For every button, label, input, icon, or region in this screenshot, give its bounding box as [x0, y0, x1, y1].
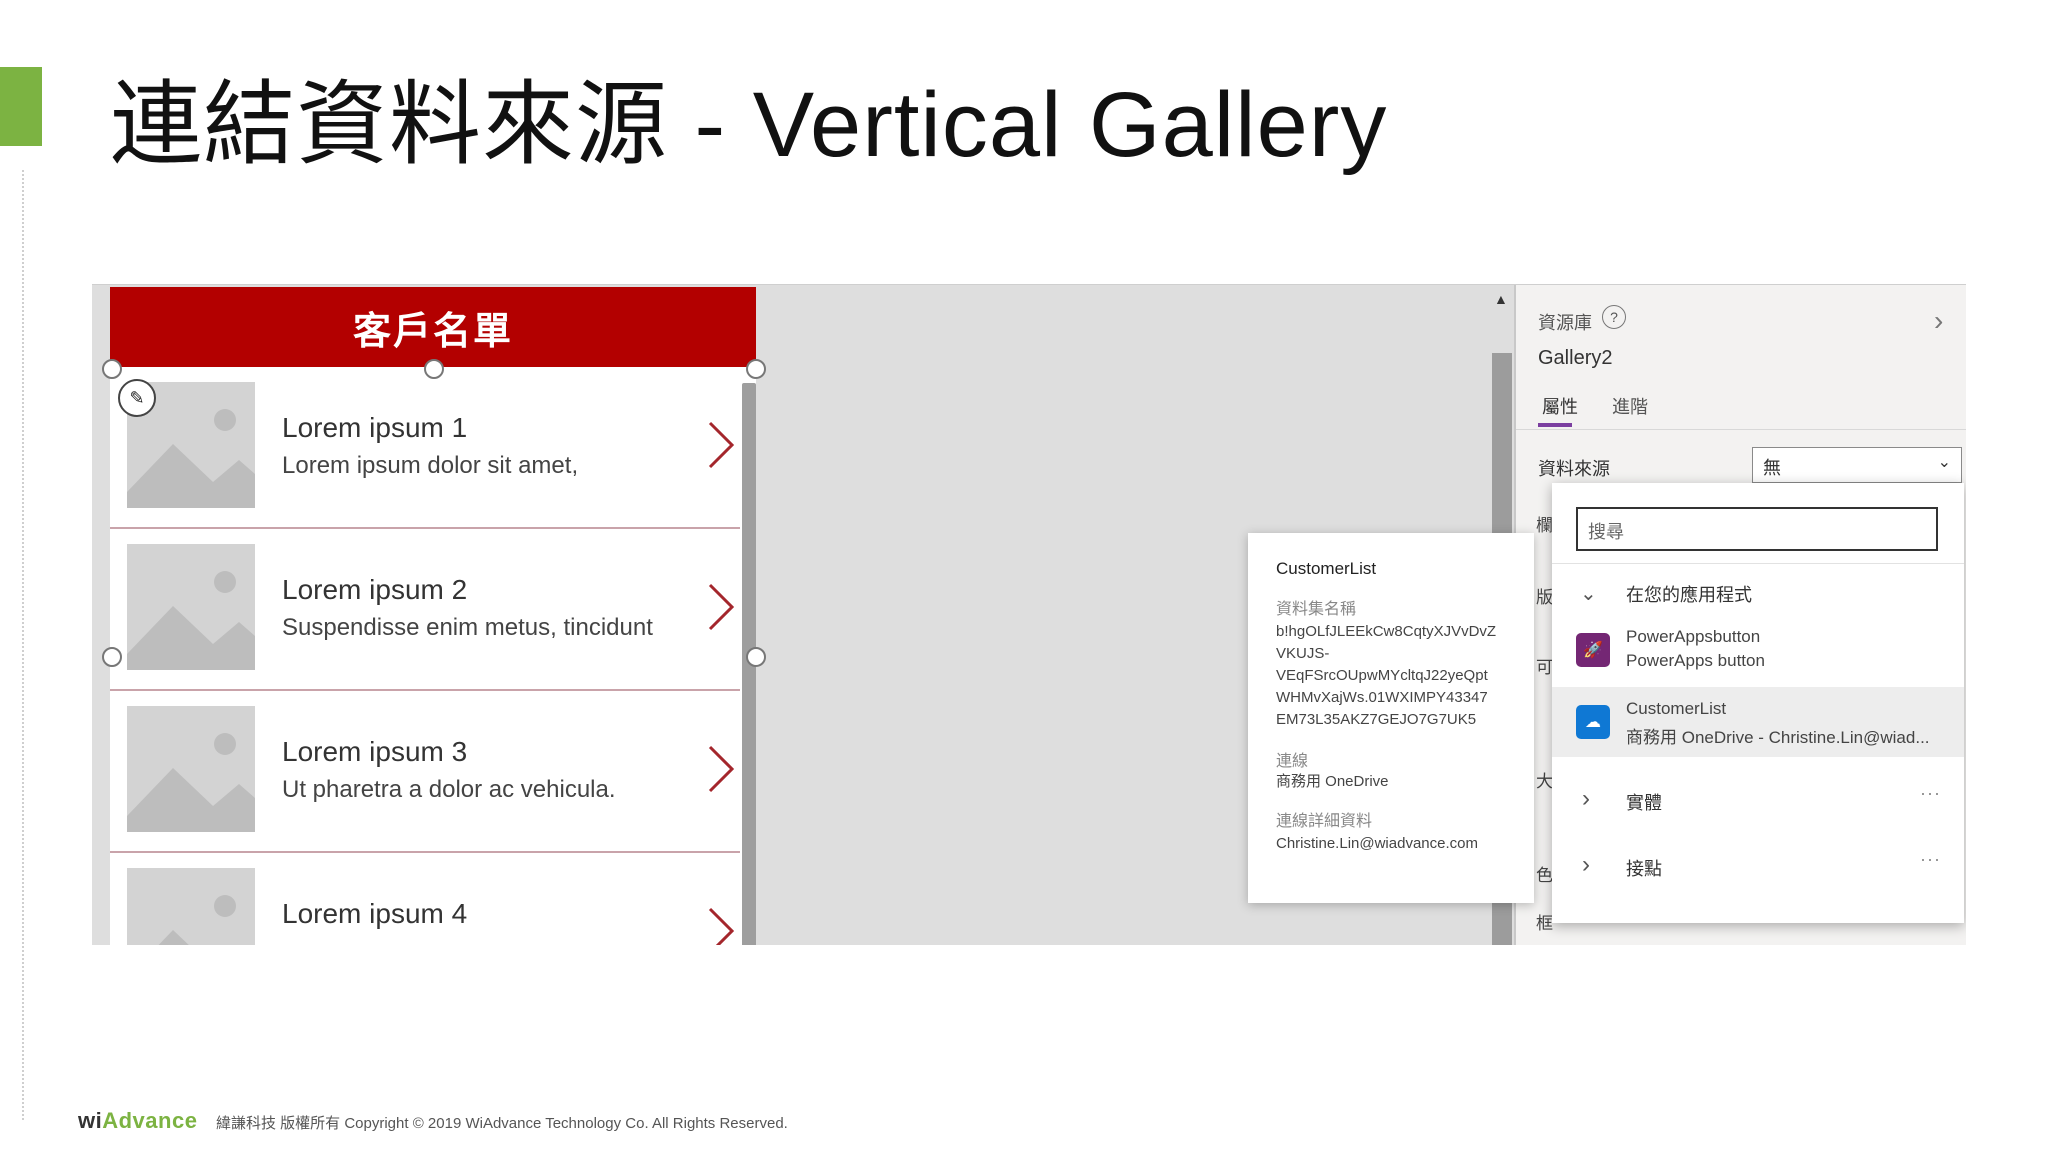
- dataset-value: b!hgOLfJLEEkCw8CqtyXJVvDvZ VKUJS- VEqFSr…: [1276, 623, 1497, 728]
- group-label[interactable]: 在您的應用程式: [1626, 581, 1752, 607]
- control-name: Gallery2: [1538, 347, 1613, 369]
- chevron-right-icon[interactable]: [702, 579, 738, 635]
- gallery-header: 客戶名單: [110, 287, 756, 367]
- image-placeholder-icon: [127, 544, 255, 670]
- chevron-right-icon[interactable]: [702, 741, 738, 797]
- property-label: 框: [1536, 914, 1553, 933]
- chevron-right-icon[interactable]: ›: [1934, 305, 1943, 337]
- datasource-tooltip: CustomerList 資料集名稱 b!hgOLfJLEEkCw8CqtyXJ…: [1248, 533, 1534, 903]
- item-subtitle: Lorem ipsum dolor sit amet,: [282, 452, 579, 479]
- search-input[interactable]: 搜尋: [1576, 507, 1938, 551]
- expander-connectors[interactable]: › 接點 ···: [1552, 837, 1964, 897]
- image-placeholder-icon: [127, 868, 255, 945]
- gallery-item[interactable]: Lorem ipsum 4: [110, 853, 740, 945]
- section-label: 資源庫: [1538, 313, 1592, 333]
- scroll-up-icon[interactable]: ▲: [1494, 291, 1508, 307]
- expander-entities[interactable]: › 實體 ···: [1552, 771, 1964, 831]
- data-source-select[interactable]: 無 ⌄: [1752, 447, 1962, 483]
- guide-line: [22, 170, 24, 1120]
- powerapps-screenshot: 客戶名單 Lorem ipsum 1 Lorem ipsum dolor sit…: [92, 284, 1966, 945]
- expander-label: 實體: [1626, 793, 1662, 813]
- more-icon[interactable]: ···: [1920, 849, 1941, 870]
- item-title: Lorem ipsum 2: [282, 574, 468, 605]
- vertical-gallery[interactable]: Lorem ipsum 1 Lorem ipsum dolor sit amet…: [110, 367, 756, 945]
- resize-handle[interactable]: [424, 359, 444, 379]
- option-sub: PowerApps button: [1626, 651, 1765, 670]
- divider: [1516, 429, 1966, 430]
- accent-bar: [0, 67, 42, 146]
- item-subtitle: Ut pharetra a dolor ac vehicula.: [282, 776, 616, 803]
- chevron-down-icon[interactable]: ⌄: [1580, 581, 1597, 606]
- gallery-item[interactable]: Lorem ipsum 3 Ut pharetra a dolor ac veh…: [110, 691, 740, 853]
- image-placeholder-icon: [127, 706, 255, 832]
- tab-properties[interactable]: 屬性: [1542, 393, 1578, 419]
- connection-detail-label: 連線詳細資料: [1276, 813, 1373, 830]
- item-title: Lorem ipsum 4: [282, 898, 468, 929]
- onedrive-icon: ☁: [1576, 705, 1610, 739]
- gallery-item[interactable]: Lorem ipsum 1 Lorem ipsum dolor sit amet…: [110, 367, 740, 529]
- property-label: 大: [1536, 772, 1553, 791]
- chevron-right-icon: ›: [1582, 851, 1590, 878]
- gallery-item[interactable]: Lorem ipsum 2 Suspendisse enim metus, ti…: [110, 529, 740, 691]
- wiadvance-logo: wiAdvance: [78, 1108, 197, 1134]
- search-placeholder: 搜尋: [1588, 522, 1624, 542]
- help-icon[interactable]: ?: [1602, 305, 1626, 329]
- logo-accent: Advance: [102, 1108, 198, 1133]
- item-title: Lorem ipsum 1: [282, 412, 468, 443]
- option-name: PowerAppsbutton: [1626, 627, 1761, 646]
- data-source-dropdown: 搜尋 ⌄ 在您的應用程式 🚀 PowerAppsbutton PowerApps…: [1552, 483, 1964, 923]
- tab-advanced[interactable]: 進階: [1612, 393, 1648, 419]
- resize-handle[interactable]: [102, 359, 122, 379]
- chevron-down-icon: ⌄: [1937, 454, 1951, 471]
- chevron-right-icon: ›: [1582, 785, 1590, 812]
- chevron-right-icon[interactable]: [702, 903, 738, 945]
- property-label: 版: [1536, 588, 1553, 607]
- option-name: CustomerList: [1626, 699, 1727, 718]
- connection-detail-value: Christine.Lin@wiadvance.com: [1276, 835, 1478, 852]
- item-subtitle: Suspendisse enim metus, tincidunt: [282, 614, 653, 641]
- property-label: 色: [1536, 866, 1553, 885]
- resize-handle[interactable]: [746, 647, 766, 667]
- property-label: 可: [1536, 658, 1553, 677]
- rocket-icon: 🚀: [1576, 633, 1610, 667]
- dataset-label: 資料集名稱: [1276, 601, 1357, 618]
- data-source-label: 資料來源: [1538, 459, 1610, 479]
- chevron-right-icon[interactable]: [702, 417, 738, 473]
- active-tab-indicator: [1538, 423, 1572, 427]
- resize-handle[interactable]: [102, 647, 122, 667]
- datasource-option[interactable]: 🚀 PowerAppsbutton PowerApps button: [1552, 615, 1964, 685]
- copyright-text: 緯謙科技 版權所有 Copyright © 2019 WiAdvance Tec…: [216, 1115, 788, 1132]
- tooltip-title: CustomerList: [1276, 559, 1377, 578]
- resize-handle[interactable]: [746, 359, 766, 379]
- data-source-value: 無: [1763, 458, 1781, 478]
- more-icon[interactable]: ···: [1920, 783, 1941, 804]
- divider: [1552, 563, 1964, 564]
- property-label: 欄: [1536, 516, 1553, 535]
- option-sub: 商務用 OneDrive - Christine.Lin@wiad...: [1626, 728, 1930, 747]
- slide-title: 連結資料來源 - Vertical Gallery: [110, 74, 1388, 176]
- edit-pencil-icon[interactable]: ✎: [118, 379, 156, 417]
- datasource-option-selected[interactable]: ☁ CustomerList 商務用 OneDrive - Christine.…: [1552, 687, 1964, 757]
- connection-value: 商務用 OneDrive: [1276, 773, 1389, 790]
- item-title: Lorem ipsum 3: [282, 736, 468, 767]
- logo-prefix: wi: [78, 1108, 103, 1133]
- connection-label: 連線: [1276, 753, 1309, 770]
- expander-label: 接點: [1626, 859, 1662, 879]
